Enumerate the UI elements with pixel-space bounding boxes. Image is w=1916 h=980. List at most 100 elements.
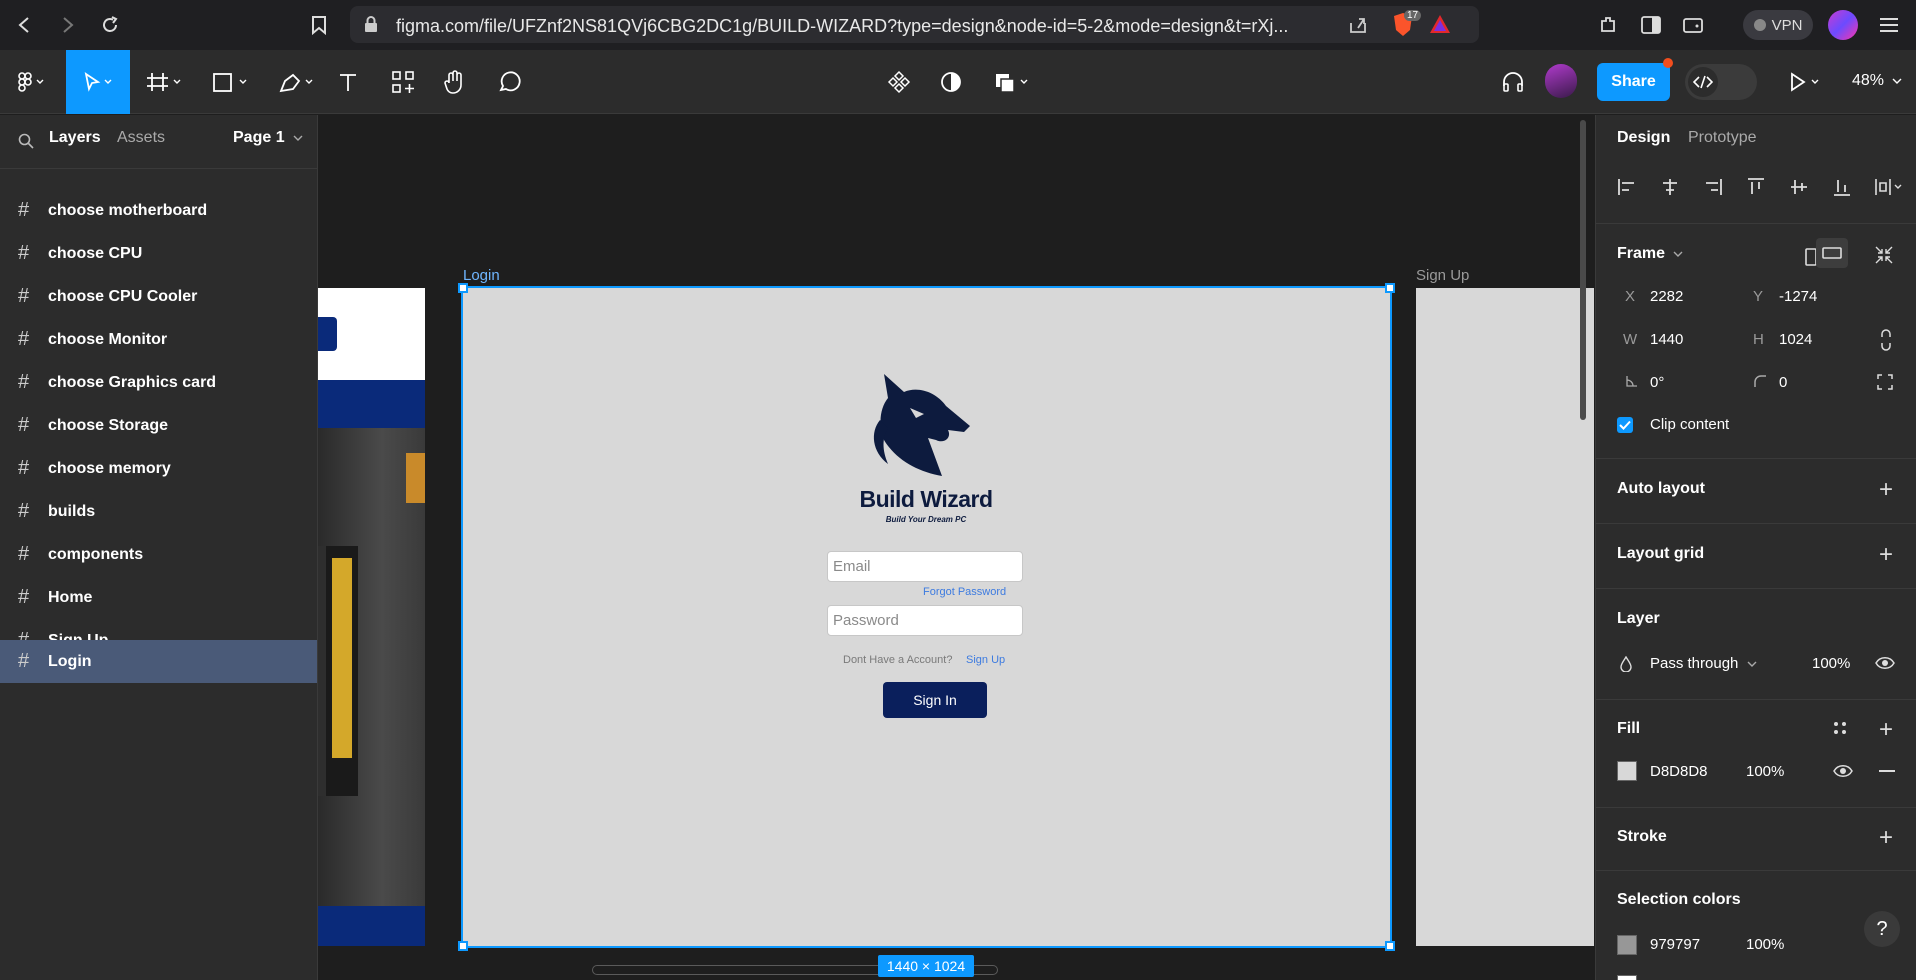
layer-choose-cpu[interactable]: # choose CPU bbox=[0, 232, 317, 275]
layer-choose-graphics-card[interactable]: # choose Graphics card bbox=[0, 361, 317, 404]
shape-tool-button[interactable] bbox=[206, 50, 256, 114]
boolean-groups-icon[interactable] bbox=[990, 50, 1036, 114]
forgot-password-link[interactable]: Forgot Password bbox=[923, 586, 1006, 598]
layer-home[interactable]: # Home bbox=[0, 576, 317, 619]
search-icon[interactable] bbox=[18, 133, 34, 149]
resize-handle[interactable] bbox=[1385, 941, 1395, 951]
align-left-icon[interactable] bbox=[1617, 177, 1637, 197]
selection-color-opacity[interactable]: 100% bbox=[1746, 936, 1784, 953]
url-text[interactable]: figma.com/file/UFZnf2NS81QVj6CBG2DC1g/BU… bbox=[396, 16, 1296, 37]
move-tool-button[interactable] bbox=[66, 50, 130, 114]
pen-tool-button[interactable] bbox=[272, 50, 322, 114]
hand-tool-button[interactable] bbox=[440, 50, 470, 114]
back-icon[interactable] bbox=[12, 12, 38, 38]
tab-assets[interactable]: Assets bbox=[117, 129, 165, 147]
x-input[interactable]: 2282 bbox=[1650, 288, 1683, 305]
distribute-icon[interactable] bbox=[1874, 177, 1904, 197]
fill-hex-input[interactable]: D8D8D8 bbox=[1650, 763, 1708, 780]
main-menu-button[interactable] bbox=[8, 50, 54, 114]
independent-corners-icon[interactable] bbox=[1876, 373, 1894, 391]
brave-rewards-icon[interactable] bbox=[1429, 14, 1451, 34]
resize-handle[interactable] bbox=[458, 941, 468, 951]
corner-radius-input[interactable]: 0 bbox=[1779, 374, 1787, 391]
dev-mode-toggle[interactable] bbox=[1685, 64, 1757, 100]
landscape-icon[interactable] bbox=[1816, 238, 1848, 268]
mask-icon[interactable] bbox=[936, 50, 966, 114]
text-tool-button[interactable] bbox=[334, 50, 362, 114]
vertical-scrollbar[interactable] bbox=[1580, 120, 1586, 420]
comment-tool-button[interactable] bbox=[494, 50, 524, 114]
resources-tool-button[interactable] bbox=[388, 50, 418, 114]
help-button[interactable]: ? bbox=[1864, 911, 1900, 947]
layer-opacity-input[interactable]: 100% bbox=[1812, 655, 1850, 672]
email-field[interactable]: Email bbox=[827, 551, 1023, 582]
blend-mode-dropdown[interactable]: Pass through bbox=[1650, 655, 1757, 672]
frame-label-sign-up[interactable]: Sign Up bbox=[1416, 267, 1469, 284]
add-layout-grid-icon[interactable]: + bbox=[1879, 543, 1893, 567]
eye-icon[interactable] bbox=[1875, 655, 1895, 671]
frame-type-dropdown[interactable]: Frame bbox=[1617, 245, 1683, 263]
clip-content-checkbox[interactable] bbox=[1617, 417, 1633, 433]
fill-styles-icon[interactable] bbox=[1833, 721, 1847, 735]
selection-color-swatch[interactable] bbox=[1617, 935, 1637, 955]
frame-tool-button[interactable] bbox=[140, 50, 190, 114]
resize-handle[interactable] bbox=[458, 283, 468, 293]
align-bottom-icon[interactable] bbox=[1832, 177, 1852, 197]
fill-opacity-input[interactable]: 100% bbox=[1746, 763, 1784, 780]
rotation-input[interactable]: 0° bbox=[1650, 374, 1664, 391]
brave-shields-icon[interactable]: 17 bbox=[1391, 10, 1422, 38]
add-auto-layout-icon[interactable]: + bbox=[1879, 478, 1893, 502]
design-canvas[interactable]: Login Sign Up Build Wizard Build Your Dr… bbox=[318, 115, 1594, 980]
share-page-icon[interactable] bbox=[1348, 15, 1368, 35]
tab-layers[interactable]: Layers bbox=[49, 129, 101, 147]
selection-color-hex[interactable]: 979797 bbox=[1650, 936, 1700, 953]
fill-color-swatch[interactable] bbox=[1617, 761, 1637, 781]
layer-choose-monitor[interactable]: # choose Monitor bbox=[0, 318, 317, 361]
selection-color-swatch[interactable] bbox=[1617, 975, 1637, 980]
constrain-proportions-icon[interactable] bbox=[1879, 329, 1893, 351]
y-input[interactable]: -1274 bbox=[1779, 288, 1817, 305]
align-center-h-icon[interactable] bbox=[1660, 177, 1680, 197]
collaborator-avatar[interactable] bbox=[1545, 64, 1577, 98]
headphones-icon[interactable] bbox=[1498, 50, 1528, 114]
layer-builds[interactable]: # builds bbox=[0, 490, 317, 533]
resize-to-fit-icon[interactable] bbox=[1874, 245, 1894, 265]
align-center-v-icon[interactable] bbox=[1789, 177, 1809, 197]
profile-avatar[interactable] bbox=[1828, 10, 1858, 40]
align-right-icon[interactable] bbox=[1703, 177, 1723, 197]
add-stroke-icon[interactable]: + bbox=[1879, 826, 1893, 850]
present-button[interactable] bbox=[1786, 50, 1826, 114]
layer-choose-motherboard[interactable]: # choose motherboard bbox=[0, 189, 317, 232]
component-icon[interactable] bbox=[884, 50, 914, 114]
browser-menu-icon[interactable] bbox=[1876, 12, 1902, 38]
layer-choose-storage[interactable]: # choose Storage bbox=[0, 404, 317, 447]
sign-in-button[interactable]: Sign In bbox=[883, 682, 987, 718]
extensions-icon[interactable] bbox=[1595, 12, 1621, 38]
width-input[interactable]: 1440 bbox=[1650, 331, 1683, 348]
password-field[interactable]: Password bbox=[827, 605, 1023, 636]
home-frame-partial[interactable] bbox=[318, 288, 425, 946]
sign-up-frame-partial[interactable] bbox=[1416, 288, 1594, 946]
add-fill-icon[interactable]: + bbox=[1879, 718, 1893, 742]
vpn-button[interactable]: VPN bbox=[1743, 10, 1813, 40]
fill-visibility-eye-icon[interactable] bbox=[1833, 763, 1853, 779]
align-top-icon[interactable] bbox=[1746, 177, 1766, 197]
height-input[interactable]: 1024 bbox=[1779, 331, 1812, 348]
sidebar-toggle-icon[interactable] bbox=[1638, 12, 1664, 38]
layer-login[interactable]: # Login bbox=[0, 640, 317, 683]
wallet-icon[interactable] bbox=[1680, 12, 1706, 38]
layer-choose-memory[interactable]: # choose memory bbox=[0, 447, 317, 490]
layer-components[interactable]: # components bbox=[0, 533, 317, 576]
login-frame[interactable]: Build Wizard Build Your Dream PC Email F… bbox=[461, 286, 1392, 948]
zoom-level[interactable]: 48% bbox=[1852, 72, 1902, 90]
bookmark-icon[interactable] bbox=[306, 12, 332, 38]
layer-choose-cpu-cooler[interactable]: # choose CPU Cooler bbox=[0, 275, 317, 318]
share-button[interactable]: Share bbox=[1597, 63, 1670, 101]
tab-design[interactable]: Design bbox=[1617, 129, 1670, 147]
forward-icon[interactable] bbox=[54, 12, 80, 38]
resize-handle[interactable] bbox=[1385, 283, 1395, 293]
reload-icon[interactable] bbox=[97, 12, 123, 38]
page-selector[interactable]: Page 1 bbox=[233, 129, 303, 147]
address-bar[interactable]: figma.com/file/UFZnf2NS81QVj6CBG2DC1g/BU… bbox=[350, 6, 1479, 43]
sign-up-link[interactable]: Sign Up bbox=[966, 654, 1005, 666]
